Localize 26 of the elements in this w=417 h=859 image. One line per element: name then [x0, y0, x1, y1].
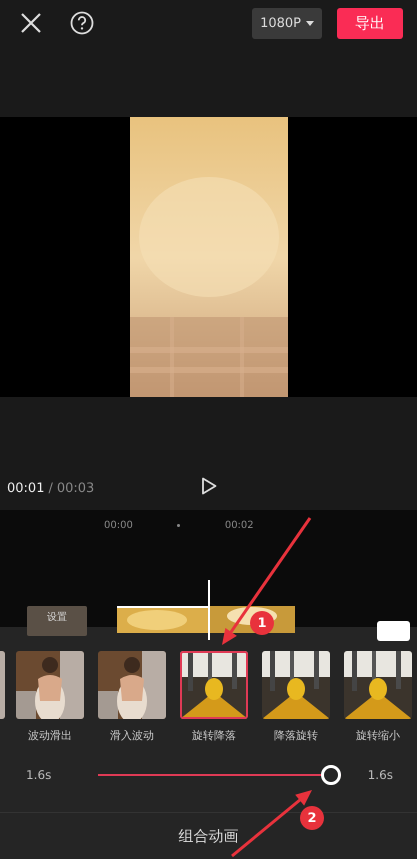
cover-button[interactable]: 设置 — [27, 606, 87, 636]
effect-label: 旋转降落 — [192, 728, 236, 743]
slider-thumb[interactable] — [321, 765, 341, 785]
current-time: 00:01 — [7, 481, 44, 496]
caret-icon — [306, 20, 314, 26]
effect-label: 波动滑出 — [28, 728, 72, 743]
effect-label: 降落旋转 — [274, 728, 318, 743]
effect-label: 滑入波动 — [110, 728, 154, 743]
time-separator: / — [48, 481, 53, 496]
effect-thumbnail[interactable] — [16, 651, 84, 719]
ruler-label: 00:02 — [224, 520, 254, 530]
effect-thumbnail[interactable] — [344, 651, 412, 719]
effect-label: 旋转缩小 — [356, 728, 400, 743]
slider-min-label: 1.6s — [26, 768, 52, 782]
resolution-dropdown[interactable]: 1080P — [252, 8, 322, 38]
slider-value-label: 1.6s — [366, 768, 393, 782]
ruler-label: 00:00 — [104, 520, 133, 530]
total-time: 00:03 — [56, 481, 94, 496]
play-icon[interactable] — [201, 477, 217, 495]
effect-thumbnail[interactable] — [262, 651, 330, 719]
ruler-dot-icon — [176, 524, 180, 526]
effect-thumbnail[interactable] — [98, 651, 166, 719]
effect-thumbnail[interactable] — [180, 651, 248, 719]
export-button[interactable]: 导出 — [337, 8, 403, 38]
close-icon[interactable] — [20, 12, 42, 34]
help-icon[interactable] — [70, 11, 94, 35]
